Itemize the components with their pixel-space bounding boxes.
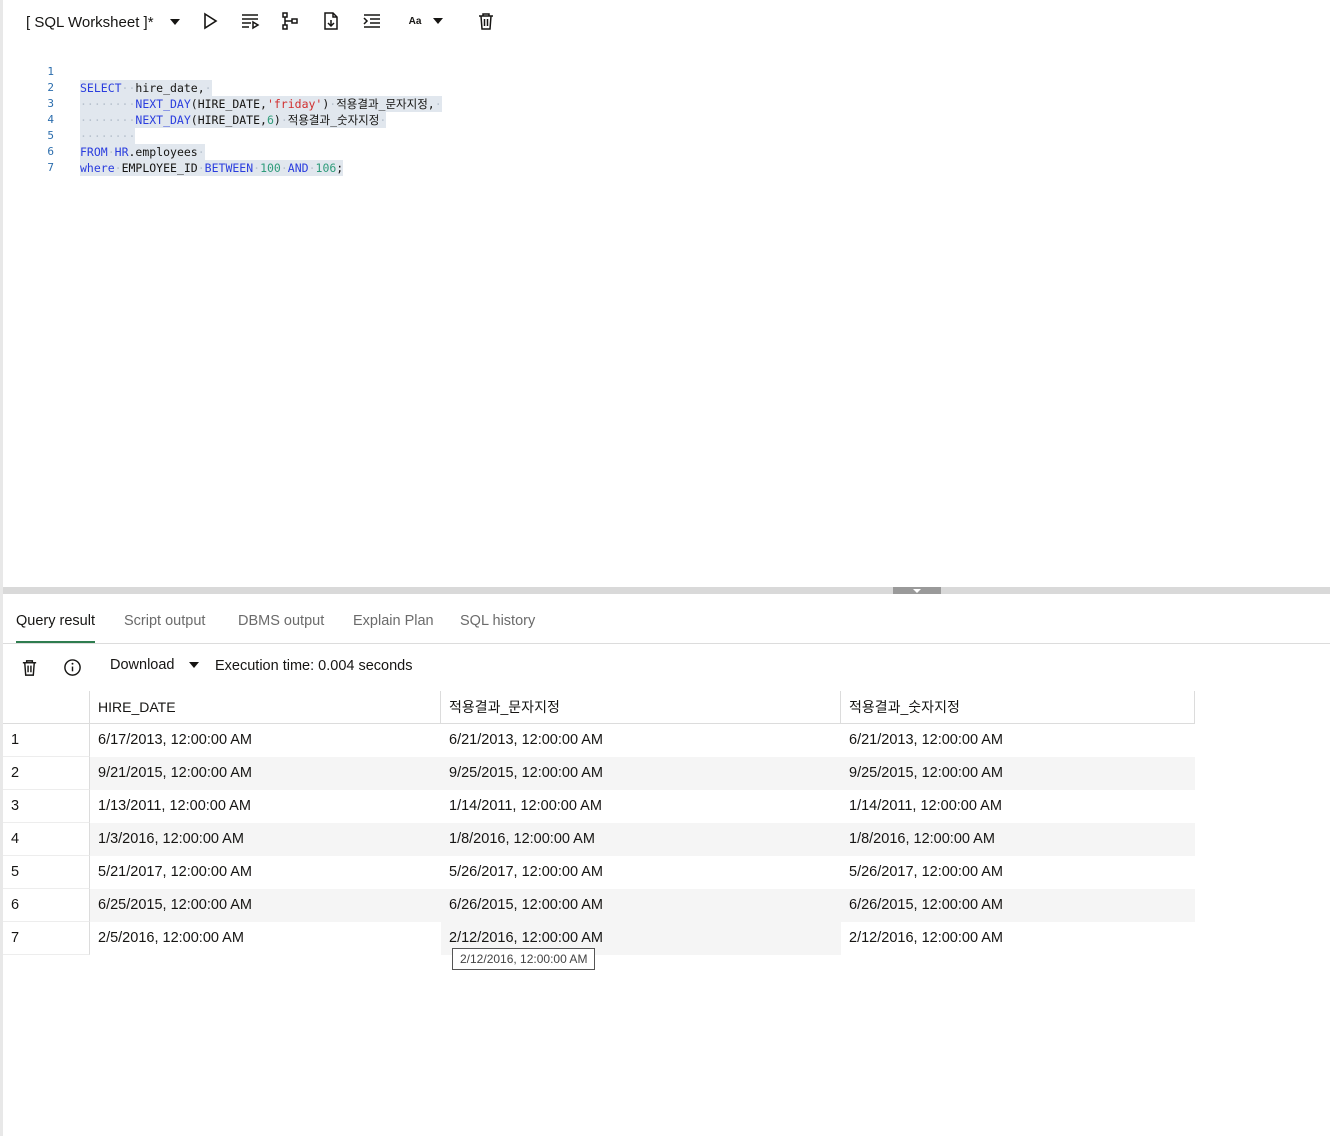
- sql-editor[interactable]: 1 SELECT··hire_date,· 2 ········NEXT_DAY…: [4, 46, 1330, 582]
- table-cell[interactable]: 6/21/2013, 12:00:00 AM: [441, 724, 841, 757]
- worksheet-title[interactable]: [ SQL Worksheet ]*: [14, 14, 158, 31]
- table-row[interactable]: 6 6/25/2015, 12:00:00 AM 6/26/2015, 12:00:…: [3, 889, 1195, 922]
- clear-results-icon[interactable]: [18, 656, 40, 678]
- table-cell[interactable]: 6/26/2015, 12:00:00 AM: [441, 889, 841, 922]
- number-token: 106: [315, 161, 337, 175]
- table-cell[interactable]: 1/14/2011, 12:00:00 AM: [841, 790, 1195, 823]
- keyword-token: where: [80, 161, 115, 175]
- tab-dbms-output[interactable]: DBMS output: [238, 600, 324, 643]
- table-cell[interactable]: 6/25/2015, 12:00:00 AM: [90, 889, 441, 922]
- output-tabs: Query result Script output DBMS output E…: [3, 600, 1330, 644]
- table-cell[interactable]: 9/25/2015, 12:00:00 AM: [441, 757, 841, 790]
- format-icon[interactable]: [361, 10, 383, 32]
- tab-sql-history[interactable]: SQL history: [460, 600, 535, 643]
- worksheet-menu-chevron-icon[interactable]: [169, 19, 180, 25]
- table-row[interactable]: 3 1/13/2011, 12:00:00 AM 1/14/2011, 12:00:…: [3, 790, 1195, 823]
- table-cell[interactable]: 1/13/2011, 12:00:00 AM: [90, 790, 441, 823]
- execution-time: Execution time: 0.004 seconds: [215, 658, 413, 674]
- splitter-collapse-handle[interactable]: [893, 587, 941, 594]
- code-line: 3 ········NEXT_DAY(HIRE_DATE,6)·적용결과_숫자지…: [4, 80, 1304, 128]
- table-cell[interactable]: 1/8/2016, 12:00:00 AM: [441, 823, 841, 856]
- code-text: where·EMPLOYEE_ID·BETWEEN·100·AND·106;: [80, 160, 344, 176]
- code-token: ;: [336, 161, 344, 175]
- info-icon[interactable]: [61, 656, 83, 678]
- row-number[interactable]: 5: [3, 856, 90, 889]
- worksheet-toolbar: [ SQL Worksheet ]*: [14, 8, 180, 36]
- line-number: 7: [47, 161, 54, 174]
- case-chevron-icon[interactable]: [433, 18, 444, 24]
- autotrace-icon[interactable]: [320, 10, 342, 32]
- column-header[interactable]: 적용결과_문자지정: [441, 691, 841, 724]
- table-row[interactable]: 5 5/21/2017, 12:00:00 AM 5/26/2017, 12:00:…: [3, 856, 1195, 889]
- download-chevron-icon: [188, 662, 199, 668]
- tab-explain-plan[interactable]: Explain Plan: [353, 600, 434, 643]
- tab-query-result[interactable]: Query result: [16, 600, 95, 643]
- table-cell[interactable]: 2/12/2016, 12:00:00 AM: [841, 922, 1195, 955]
- table-cell[interactable]: 5/26/2017, 12:00:00 AM: [441, 856, 841, 889]
- row-number[interactable]: 2: [3, 757, 90, 790]
- column-header[interactable]: HIRE_DATE: [90, 691, 441, 724]
- keyword-token: BETWEEN: [204, 161, 254, 175]
- table-cell[interactable]: 6/17/2013, 12:00:00 AM: [90, 724, 441, 757]
- download-label: Download: [110, 657, 175, 673]
- code-line: 5 FROM·HR.employees·: [4, 112, 1304, 160]
- grid-header-row: HIRE_DATE 적용결과_문자지정 적용결과_숫자지정: [3, 691, 1195, 724]
- code-line: 6 where·EMPLOYEE_ID·BETWEEN·100·AND·106;: [4, 128, 1304, 176]
- keyword-token: AND: [287, 161, 309, 175]
- table-row[interactable]: 7 2/5/2016, 12:00:00 AM 2/12/2016, 12:00:0…: [3, 922, 1195, 955]
- table-cell[interactable]: 6/26/2015, 12:00:00 AM: [841, 889, 1195, 922]
- clear-icon[interactable]: [475, 10, 497, 32]
- download-button[interactable]: Download: [110, 657, 199, 673]
- row-number[interactable]: 6: [3, 889, 90, 922]
- code-line: 7: [4, 144, 1304, 174]
- table-cell[interactable]: 6/21/2013, 12:00:00 AM: [841, 724, 1195, 757]
- left-edge: [0, 0, 3, 1136]
- row-number[interactable]: 1: [3, 724, 90, 757]
- table-cell[interactable]: 2/5/2016, 12:00:00 AM: [90, 922, 441, 955]
- collapse-chevron-icon: [913, 588, 921, 593]
- table-row[interactable]: 1 6/17/2013, 12:00:00 AM 6/21/2013, 12:00:…: [3, 724, 1195, 757]
- tab-script-output[interactable]: Script output: [124, 600, 205, 643]
- code-token: EMPLOYEE_ID: [121, 161, 198, 175]
- table-row[interactable]: 4 1/3/2016, 12:00:00 AM 1/8/2016, 12:00:00…: [3, 823, 1195, 856]
- table-cell[interactable]: 9/21/2015, 12:00:00 AM: [90, 757, 441, 790]
- row-number[interactable]: 7: [3, 922, 90, 955]
- result-toolbar: Download Execution time: 0.004 seconds: [3, 646, 1330, 688]
- pane-splitter[interactable]: [3, 587, 1330, 594]
- table-cell[interactable]: 9/25/2015, 12:00:00 AM: [841, 757, 1195, 790]
- table-cell[interactable]: 5/21/2017, 12:00:00 AM: [90, 856, 441, 889]
- table-cell[interactable]: 1/3/2016, 12:00:00 AM: [90, 823, 441, 856]
- code-line: 2 ········NEXT_DAY(HIRE_DATE,'friday')·적…: [4, 64, 1304, 112]
- number-token: 100: [260, 161, 281, 175]
- table-cell[interactable]: 1/14/2011, 12:00:00 AM: [441, 790, 841, 823]
- run-script-icon[interactable]: [239, 10, 261, 32]
- run-statement-icon[interactable]: [199, 10, 221, 32]
- column-header[interactable]: 적용결과_숫자지정: [841, 691, 1195, 724]
- case-icon[interactable]: Aa: [406, 10, 446, 32]
- code-line: 1 SELECT··hire_date,·: [4, 48, 1304, 96]
- table-cell[interactable]: 1/8/2016, 12:00:00 AM: [841, 823, 1195, 856]
- row-number[interactable]: 4: [3, 823, 90, 856]
- row-number[interactable]: 3: [3, 790, 90, 823]
- code-line: 4 ········: [4, 96, 1304, 144]
- explain-plan-icon[interactable]: [279, 10, 301, 32]
- table-cell[interactable]: 5/26/2017, 12:00:00 AM: [841, 856, 1195, 889]
- cell-tooltip: 2/12/2016, 12:00:00 AM: [452, 948, 596, 970]
- table-row[interactable]: 2 9/21/2015, 12:00:00 AM 9/25/2015, 12:00:…: [3, 757, 1195, 790]
- row-number-header[interactable]: [3, 691, 90, 724]
